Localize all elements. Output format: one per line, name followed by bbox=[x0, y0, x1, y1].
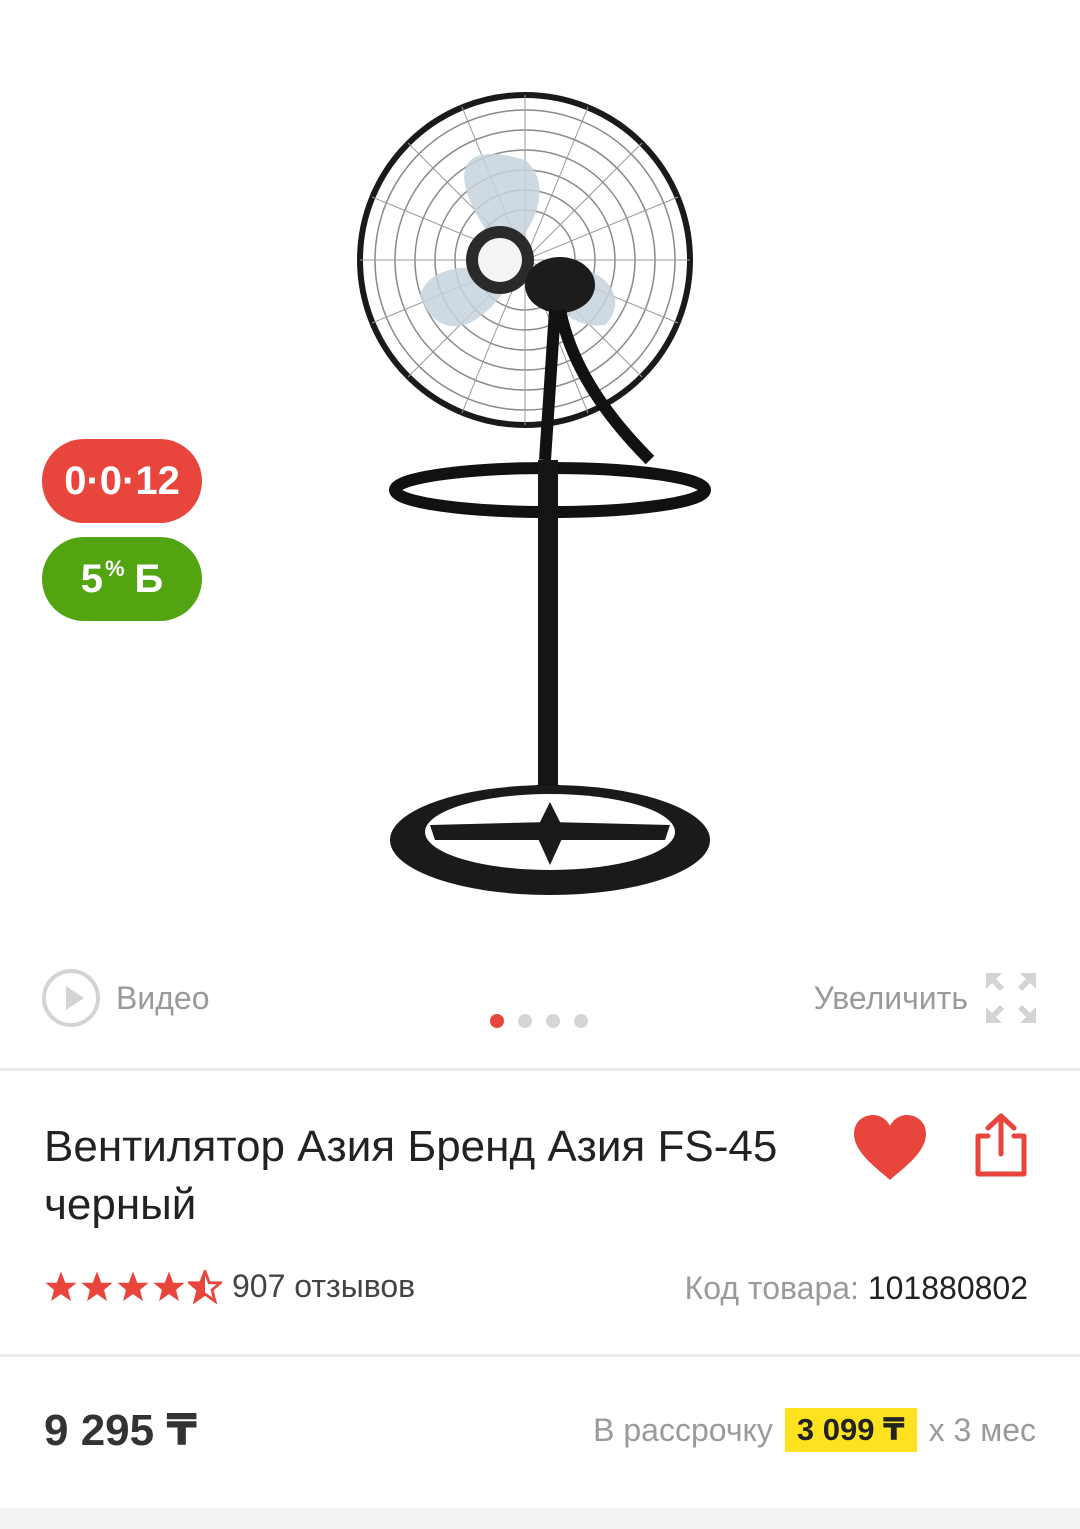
installment-amount: 3 099 ₸ bbox=[784, 1408, 917, 1452]
gallery-pagination bbox=[490, 1014, 588, 1028]
bonus-currency: Б bbox=[134, 556, 164, 601]
pagination-dot[interactable] bbox=[490, 1014, 504, 1028]
product-gallery[interactable]: 0·0·12 5% Б Видео Увеличить bbox=[0, 0, 1080, 1068]
product-sku: Код товара: 101880802 bbox=[685, 1270, 1028, 1307]
video-button[interactable]: Видео bbox=[42, 968, 209, 1028]
product-rating: 907 отзывов bbox=[44, 1268, 415, 1305]
star-half-icon bbox=[188, 1269, 222, 1304]
installment-suffix: x 3 мес bbox=[928, 1411, 1036, 1448]
section-divider bbox=[0, 1354, 1080, 1357]
product-title: Вентилятор Азия Бренд Азия FS-45 черный bbox=[44, 1122, 778, 1229]
product-price: 9 295 ₸ bbox=[44, 1406, 197, 1455]
installment-info[interactable]: В рассрочку 3 099 ₸ x 3 мес bbox=[593, 1408, 1036, 1452]
play-circle-icon bbox=[42, 969, 100, 1027]
sku-value: 101880802 bbox=[867, 1270, 1028, 1306]
heart-icon[interactable] bbox=[852, 1114, 928, 1182]
bonus-percent: % bbox=[104, 556, 125, 581]
share-icon[interactable] bbox=[968, 1112, 1034, 1178]
star-icon bbox=[117, 1270, 149, 1301]
bonus-value: 5 bbox=[80, 556, 103, 601]
zoom-label: Увеличить bbox=[813, 979, 968, 1016]
video-label: Видео bbox=[116, 979, 210, 1016]
zoom-button[interactable]: Увеличить bbox=[814, 968, 1038, 1028]
sku-label: Код товара: bbox=[684, 1270, 859, 1306]
section-divider bbox=[0, 1068, 1080, 1071]
star-icon bbox=[81, 1270, 113, 1301]
bonus-badge: 5% Б bbox=[42, 537, 202, 621]
pagination-dot[interactable] bbox=[518, 1014, 532, 1028]
installment-prefix: В рассрочку bbox=[593, 1411, 773, 1448]
rating-stars bbox=[44, 1269, 222, 1304]
star-icon bbox=[45, 1270, 77, 1301]
bottom-strip bbox=[0, 1508, 1080, 1529]
pagination-dot[interactable] bbox=[574, 1014, 588, 1028]
star-icon bbox=[153, 1270, 185, 1301]
reviews-link[interactable]: 907 отзывов bbox=[232, 1268, 415, 1305]
pagination-dot[interactable] bbox=[546, 1014, 560, 1028]
product-image[interactable] bbox=[350, 80, 720, 900]
expand-icon bbox=[986, 973, 1036, 1023]
installment-badge: 0·0·12 bbox=[42, 439, 202, 523]
